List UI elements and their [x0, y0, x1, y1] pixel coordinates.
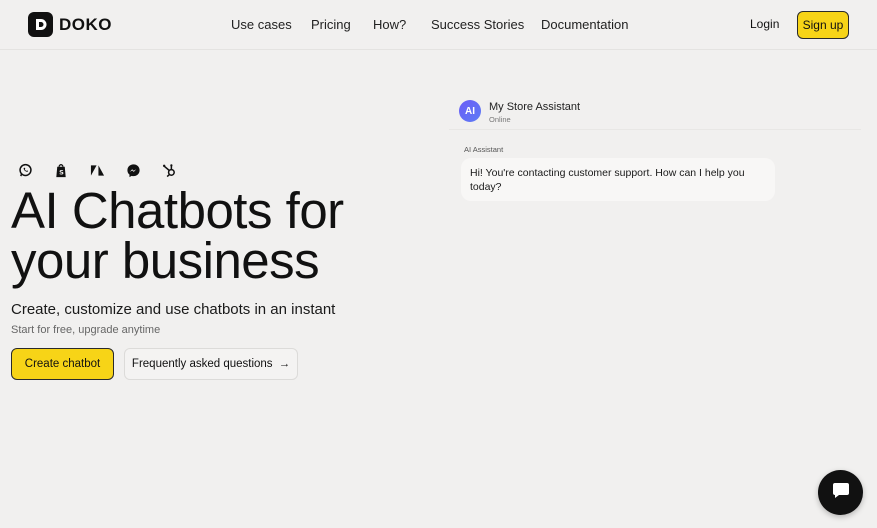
shopify-icon: S — [52, 161, 70, 179]
hero-title-line2: your business — [11, 232, 320, 289]
nav-item-documentation[interactable]: Documentation — [541, 17, 628, 32]
faq-button-label: Frequently asked questions — [131, 358, 273, 370]
chat-launcher-button[interactable] — [818, 470, 863, 515]
nav-item-success-stories[interactable]: Success Stories — [431, 17, 524, 32]
integration-icons: S — [16, 161, 178, 179]
nav-item-pricing[interactable]: Pricing — [311, 17, 351, 32]
hubspot-icon — [160, 161, 178, 179]
bot-avatar: AI — [459, 100, 481, 122]
signup-button[interactable]: Sign up — [797, 11, 849, 39]
faq-button[interactable]: Frequently asked questions → — [124, 348, 298, 380]
message-sender: AI Assistant — [464, 145, 504, 154]
top-header: DOKO Use cases Pricing How? Success Stor… — [0, 0, 877, 50]
hero-note: Start for free, upgrade anytime — [11, 324, 161, 336]
create-chatbot-button[interactable]: Create chatbot — [11, 348, 114, 380]
whatsapp-icon — [16, 161, 34, 179]
arrow-right-icon: → — [278, 358, 291, 370]
hero-title-line1: AI Chatbots for — [11, 182, 344, 239]
bot-name: My Store Assistant — [489, 101, 581, 113]
nav-item-how[interactable]: How? — [373, 17, 406, 32]
hero-subtitle: Create, customize and use chatbots in an… — [11, 301, 336, 318]
logo-icon — [28, 12, 53, 37]
chat-preview: AI My Store Assistant Online AI Assistan… — [449, 90, 861, 510]
chat-bubble-icon — [831, 480, 851, 505]
messenger-icon — [124, 161, 142, 179]
zendesk-icon — [88, 161, 106, 179]
login-link[interactable]: Login — [750, 17, 779, 31]
chat-message: Hi! You're contacting customer support. … — [461, 158, 775, 201]
brand-name: DOKO — [59, 14, 112, 34]
svg-text:S: S — [59, 168, 64, 176]
brand-logo[interactable]: DOKO — [28, 12, 112, 37]
chat-header: AI My Store Assistant Online — [449, 90, 861, 130]
nav-item-use-cases[interactable]: Use cases — [231, 17, 292, 32]
hero-title: AI Chatbots for your business — [11, 185, 411, 289]
bot-status: Online — [489, 115, 511, 124]
